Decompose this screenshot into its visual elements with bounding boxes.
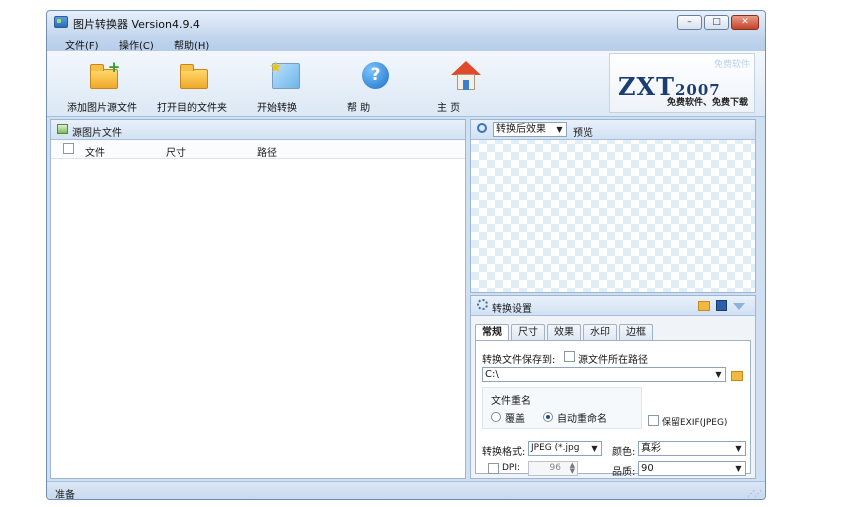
file-list[interactable] xyxy=(51,160,465,478)
source-panel-title: 源图片文件 xyxy=(72,128,122,139)
save-settings-icon[interactable] xyxy=(716,300,727,311)
menu-bar: 文件(F) 操作(C) 帮助(H) xyxy=(47,35,765,52)
preview-label: 预览 xyxy=(573,128,593,139)
keep-exif-label: 保留EXIF(JPEG) xyxy=(662,418,728,428)
add-folder-icon: + xyxy=(87,60,121,91)
open-target-label: 打开目的文件夹 xyxy=(157,103,227,114)
preview-canvas xyxy=(471,140,755,292)
window-controls: – □ ✕ xyxy=(677,15,759,30)
menu-file[interactable]: 文件(F) xyxy=(65,37,99,52)
logo-slogan: 免费软件、免费下载 xyxy=(666,98,748,108)
magnifier-icon xyxy=(477,123,487,133)
rename-group: 文件重名 覆盖 自动重命名 xyxy=(482,387,642,429)
magic-wand-icon xyxy=(268,58,302,91)
toolbar: + 添加图片源文件 打开目的文件夹 开始转换 ? 帮 助 主 页 免费软件 ZX… xyxy=(47,51,765,117)
column-size[interactable]: 尺寸 xyxy=(166,144,186,159)
collapse-icon[interactable] xyxy=(733,303,745,310)
quality-select[interactable]: 90 ▼ xyxy=(638,461,746,476)
help-button[interactable]: ? 帮 助 xyxy=(347,53,403,115)
format-select[interactable]: JPEG (*.jpg ▼ xyxy=(528,441,602,456)
overwrite-label: 覆盖 xyxy=(505,414,525,425)
keep-exif-checkbox[interactable] xyxy=(648,415,659,426)
chevron-down-icon: ▼ xyxy=(732,462,745,475)
close-button[interactable]: ✕ xyxy=(731,15,759,30)
settings-panel: 转换设置 常规 尺寸 效果 水印 边框 转换文件保存到: 源文件所在路径 C:\… xyxy=(470,295,756,479)
window-title: 图片转换器 Version4.9.4 xyxy=(73,18,200,31)
dpi-label: DPI: xyxy=(502,463,521,473)
save-to-label: 转换文件保存到: xyxy=(482,355,556,366)
source-panel-header: 源图片文件 xyxy=(51,120,465,140)
select-all-checkbox[interactable] xyxy=(63,143,74,154)
overwrite-radio[interactable] xyxy=(491,412,501,422)
tab-size[interactable]: 尺寸 xyxy=(511,324,545,341)
general-tab-body: 转换文件保存到: 源文件所在路径 C:\ ▼ 文件重名 覆盖 自动重命名 保留EX… xyxy=(475,340,751,478)
app-icon xyxy=(54,16,68,28)
load-settings-icon[interactable] xyxy=(698,301,710,311)
app-window: 图片转换器 Version4.9.4 – □ ✕ 文件(F) 操作(C) 帮助(… xyxy=(46,10,766,500)
help-icon: ? xyxy=(358,61,392,91)
menu-help[interactable]: 帮助(H) xyxy=(174,37,209,52)
color-select[interactable]: 真彩 ▼ xyxy=(638,441,746,456)
dpi-checkbox[interactable] xyxy=(488,463,499,474)
home-label: 主 页 xyxy=(437,103,461,114)
browse-folder-icon[interactable] xyxy=(731,371,743,381)
status-bar: 准备 ⋰⋰ xyxy=(47,481,765,500)
chevron-down-icon: ▼ xyxy=(732,442,745,455)
menu-operation[interactable]: 操作(C) xyxy=(119,37,154,52)
chevron-down-icon: ▼ xyxy=(588,442,601,455)
quality-label: 品质: xyxy=(612,467,636,478)
settings-title: 转换设置 xyxy=(492,304,532,315)
add-source-label: 添加图片源文件 xyxy=(67,103,137,114)
gear-icon xyxy=(477,299,488,310)
start-convert-label: 开始转换 xyxy=(257,103,297,114)
folder-icon xyxy=(177,61,211,91)
minimize-button[interactable]: – xyxy=(677,15,702,30)
spin-arrows-icon: ▲ ▼ xyxy=(569,461,575,475)
settings-tabs: 常规 尺寸 效果 水印 边框 xyxy=(475,324,655,342)
preview-mode-select[interactable]: 转换后效果 ▼ xyxy=(493,122,567,137)
settings-panel-header: 转换设置 xyxy=(471,296,755,316)
tab-watermark[interactable]: 水印 xyxy=(583,324,617,341)
source-files-panel: 源图片文件 文件 尺寸 路径 xyxy=(50,119,466,479)
source-path-label: 源文件所在路径 xyxy=(578,355,648,366)
auto-rename-radio[interactable] xyxy=(543,412,553,422)
chevron-down-icon: ▼ xyxy=(712,368,725,381)
logo-faint-text: 免费软件 xyxy=(713,60,750,70)
image-icon xyxy=(57,124,68,134)
home-icon xyxy=(448,61,482,91)
dpi-stepper[interactable]: 96 ▲ ▼ xyxy=(528,461,578,476)
save-path-select[interactable]: C:\ ▼ xyxy=(482,367,726,382)
column-file[interactable]: 文件 xyxy=(85,144,105,159)
format-label: 转换格式: xyxy=(482,447,526,458)
preview-panel: 转换后效果 ▼ 预览 xyxy=(470,119,756,293)
maximize-button[interactable]: □ xyxy=(704,15,729,30)
source-path-checkbox[interactable] xyxy=(564,351,575,362)
chevron-down-icon: ▼ xyxy=(553,123,566,136)
title-bar[interactable]: 图片转换器 Version4.9.4 – □ ✕ xyxy=(47,11,765,35)
zxt-logo[interactable]: 免费软件 ZXT2007 免费软件、免费下载 xyxy=(609,53,755,113)
status-text: 准备 xyxy=(55,490,75,500)
file-list-header: 文件 尺寸 路径 xyxy=(51,140,465,159)
open-target-folder-button[interactable]: 打开目的文件夹 xyxy=(157,53,231,115)
add-source-button[interactable]: + 添加图片源文件 xyxy=(67,53,141,115)
start-convert-button[interactable]: 开始转换 xyxy=(257,53,313,115)
resize-grip-icon[interactable]: ⋰⋰ xyxy=(747,489,762,498)
auto-rename-label: 自动重命名 xyxy=(557,414,607,425)
column-path[interactable]: 路径 xyxy=(257,144,277,159)
home-button[interactable]: 主 页 xyxy=(437,53,493,115)
preview-panel-header: 转换后效果 ▼ 预览 xyxy=(471,120,755,140)
rename-group-label: 文件重名 xyxy=(491,396,531,407)
color-label: 颜色: xyxy=(612,447,636,458)
tab-effect[interactable]: 效果 xyxy=(547,324,581,341)
tab-border[interactable]: 边框 xyxy=(619,324,653,341)
help-label: 帮 助 xyxy=(347,103,371,114)
